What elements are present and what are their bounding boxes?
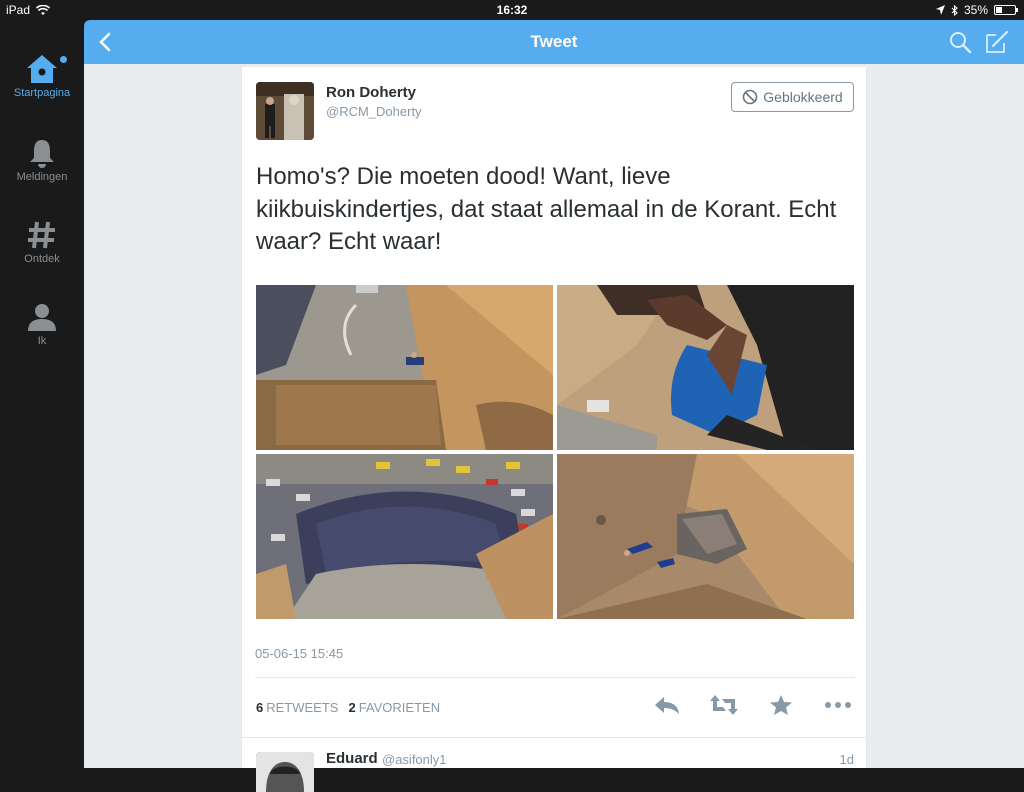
sidebar-item-label: Meldingen: [16, 171, 68, 183]
sidebar-item-label: Startpagina: [13, 87, 71, 99]
sidebar-item-ontdek[interactable]: Ontdek: [0, 220, 84, 265]
top-bar: Tweet: [84, 20, 1024, 64]
content-area: Ron Doherty @RCM_Doherty Geblokkeerd Hom…: [84, 64, 1024, 792]
more-button[interactable]: [823, 694, 857, 718]
bell-icon: [30, 140, 54, 168]
battery-icon: [994, 5, 1018, 15]
blocked-button[interactable]: Geblokkeerd: [731, 82, 854, 112]
retweets-label: RETWEETS: [266, 700, 339, 715]
sidebar-item-startpagina[interactable]: Startpagina: [0, 54, 84, 99]
sidebar: Startpagina Meldingen Ontdek Ik: [0, 20, 84, 768]
reply-tweet[interactable]: Eduard @asifonly1 1d: [242, 737, 868, 792]
star-icon: [770, 695, 792, 715]
reply-icon: [655, 697, 679, 714]
retweet-button[interactable]: [709, 694, 739, 718]
photo-image: [256, 454, 553, 619]
tweet-photo-2[interactable]: [557, 285, 854, 450]
search-button[interactable]: [948, 30, 972, 54]
tweet-stats: 6 RETWEETS 2 FAVORIETEN: [256, 700, 440, 715]
avatar-image: [256, 752, 314, 792]
battery-percent: 35%: [963, 3, 988, 17]
author-name[interactable]: Ron Doherty: [326, 84, 416, 101]
person-icon: [28, 304, 56, 331]
favorites-count: 2: [348, 700, 356, 715]
compose-button[interactable]: [984, 29, 1010, 55]
more-icon: [825, 702, 851, 708]
blocked-label: Geblokkeerd: [763, 89, 843, 105]
tweet-photo-4[interactable]: [557, 454, 854, 619]
photo-image: [256, 285, 553, 450]
status-right: 35%: [935, 3, 1018, 17]
favorites-label: FAVORIETEN: [358, 700, 441, 715]
reply-author-handle[interactable]: @asifonly1: [382, 752, 447, 767]
favorite-button[interactable]: [769, 694, 799, 718]
compose-icon: [986, 30, 1009, 53]
tweet-card: Ron Doherty @RCM_Doherty Geblokkeerd Hom…: [241, 67, 868, 792]
hashtag-icon: [28, 221, 55, 249]
author-handle[interactable]: @RCM_Doherty: [326, 104, 422, 119]
retweets-count: 6: [256, 700, 264, 715]
reply-button[interactable]: [653, 694, 683, 718]
sidebar-item-label: Ik: [37, 335, 47, 347]
status-bar: iPad 16:32 35%: [0, 0, 1024, 20]
status-time: 16:32: [496, 3, 528, 17]
home-icon: [27, 55, 57, 83]
photo-image: [557, 454, 854, 619]
bluetooth-icon: [951, 4, 958, 16]
sidebar-item-ik[interactable]: Ik: [0, 302, 84, 347]
blocked-icon: [742, 89, 758, 105]
retweet-icon: [710, 695, 738, 715]
photo-image: [557, 285, 854, 450]
tweet-photo-3[interactable]: [256, 454, 553, 619]
avatar-image: [256, 82, 314, 140]
favorites-stat[interactable]: 2 FAVORIETEN: [348, 700, 440, 715]
tweet-timestamp: 05-06-15 15:45: [255, 646, 344, 661]
author-avatar[interactable]: [256, 82, 314, 140]
sidebar-item-label: Ontdek: [24, 253, 60, 265]
divider: [255, 677, 855, 678]
sidebar-item-meldingen[interactable]: Meldingen: [0, 138, 84, 183]
reply-time: 1d: [839, 752, 854, 767]
battery-fill: [996, 7, 1002, 13]
reply-avatar[interactable]: [256, 752, 314, 792]
tweet-photo-1[interactable]: [256, 285, 553, 450]
reply-author-name[interactable]: Eduard: [326, 750, 378, 767]
page-title: Tweet: [530, 32, 578, 51]
tweet-text: Homo's? Die moeten dood! Want, lieve kii…: [256, 163, 837, 255]
location-arrow-icon: [935, 5, 945, 15]
retweets-stat[interactable]: 6 RETWEETS: [256, 700, 338, 715]
search-icon: [950, 32, 972, 54]
